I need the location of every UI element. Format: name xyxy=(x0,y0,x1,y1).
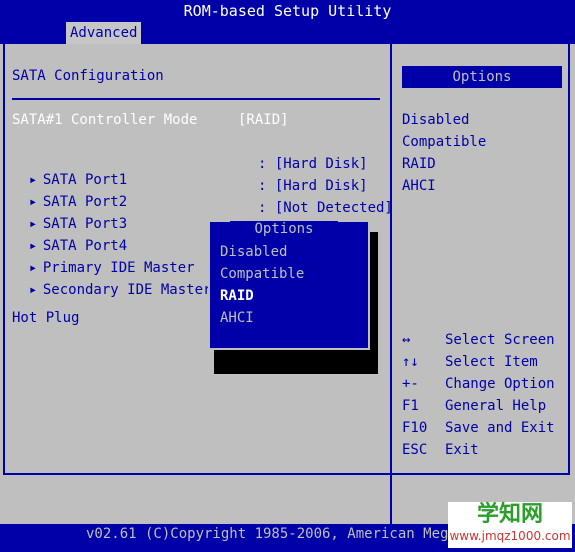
key-change-option: +- xyxy=(402,376,419,392)
key-desc: Change Option xyxy=(445,376,555,392)
key-f10: F10 xyxy=(402,420,428,436)
popup-title: Options xyxy=(230,221,338,237)
panel-divider xyxy=(390,44,392,524)
options-popup xyxy=(208,220,370,350)
key-desc: Select Screen xyxy=(445,332,555,348)
key-desc: Exit xyxy=(445,442,479,458)
controller-mode-label[interactable]: SATA#1 Controller Mode xyxy=(12,112,197,128)
help-option: Disabled xyxy=(402,112,470,128)
list-item-value: : [Not Detected] xyxy=(258,200,393,216)
list-item-label: Secondary IDE Master xyxy=(42,282,212,298)
list-item-value: : [Hard Disk] xyxy=(258,156,368,172)
help-option: Compatible xyxy=(402,134,487,150)
key-desc: Select Item xyxy=(445,354,538,370)
help-option: AHCI xyxy=(402,178,436,194)
list-item[interactable]: ▸ Secondary IDE Master xyxy=(12,266,212,298)
section-divider xyxy=(12,98,380,100)
popup-option-ahci[interactable]: AHCI xyxy=(220,310,254,326)
popup-option-raid[interactable]: RAID xyxy=(220,288,254,304)
watermark-url: www.jmqz1000.com xyxy=(449,529,571,543)
key-desc: Save and Exit xyxy=(445,420,555,436)
watermark: 学知网 www.jmqz1000.com xyxy=(448,502,572,548)
key-select-item: ↑↓ xyxy=(402,354,419,370)
watermark-logo: 学知网 xyxy=(476,502,543,527)
triangle-right-icon: ▸ xyxy=(28,282,38,298)
key-f1: F1 xyxy=(402,398,419,414)
hot-plug-item[interactable]: Hot Plug xyxy=(12,310,79,326)
help-panel-header: Options xyxy=(402,66,562,88)
list-item-value: : [Hard Disk] xyxy=(258,178,368,194)
popup-option-disabled[interactable]: Disabled xyxy=(220,244,287,260)
key-desc: General Help xyxy=(445,398,547,414)
section-title: SATA Configuration xyxy=(12,68,164,84)
help-option: RAID xyxy=(402,156,436,172)
key-esc: ESC xyxy=(402,442,428,458)
key-select-screen: ↔ xyxy=(402,332,411,348)
controller-mode-value[interactable]: [RAID] xyxy=(238,112,289,128)
popup-option-compatible[interactable]: Compatible xyxy=(220,266,304,282)
